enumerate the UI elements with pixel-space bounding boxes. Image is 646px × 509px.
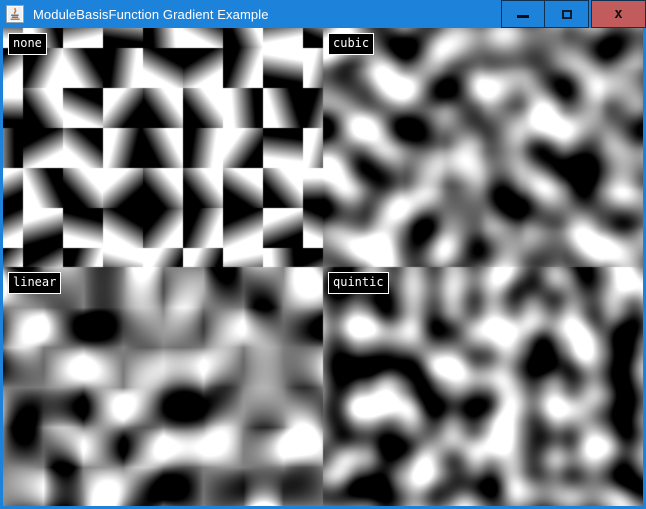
close-button[interactable]: x bbox=[591, 0, 646, 28]
maximize-button[interactable] bbox=[545, 0, 589, 28]
noise-canvas bbox=[3, 28, 643, 506]
noise-client-area: none cubic linear quintic bbox=[3, 28, 643, 506]
minimize-icon bbox=[517, 15, 529, 18]
close-icon: x bbox=[614, 7, 622, 21]
app-window: ModuleBasisFunction Gradient Example x n… bbox=[0, 0, 646, 509]
titlebar[interactable]: ModuleBasisFunction Gradient Example x bbox=[0, 0, 646, 28]
window-controls: x bbox=[501, 0, 646, 28]
window-title: ModuleBasisFunction Gradient Example bbox=[33, 7, 501, 22]
minimize-button[interactable] bbox=[501, 0, 545, 28]
quadrant-label-cubic: cubic bbox=[328, 33, 374, 55]
quadrant-label-none: none bbox=[8, 33, 47, 55]
window-frame: none cubic linear quintic bbox=[0, 28, 646, 509]
maximize-icon bbox=[562, 10, 572, 19]
java-coffee-cup-icon bbox=[5, 4, 25, 24]
quadrant-label-linear: linear bbox=[8, 272, 61, 294]
quadrant-label-quintic: quintic bbox=[328, 272, 389, 294]
